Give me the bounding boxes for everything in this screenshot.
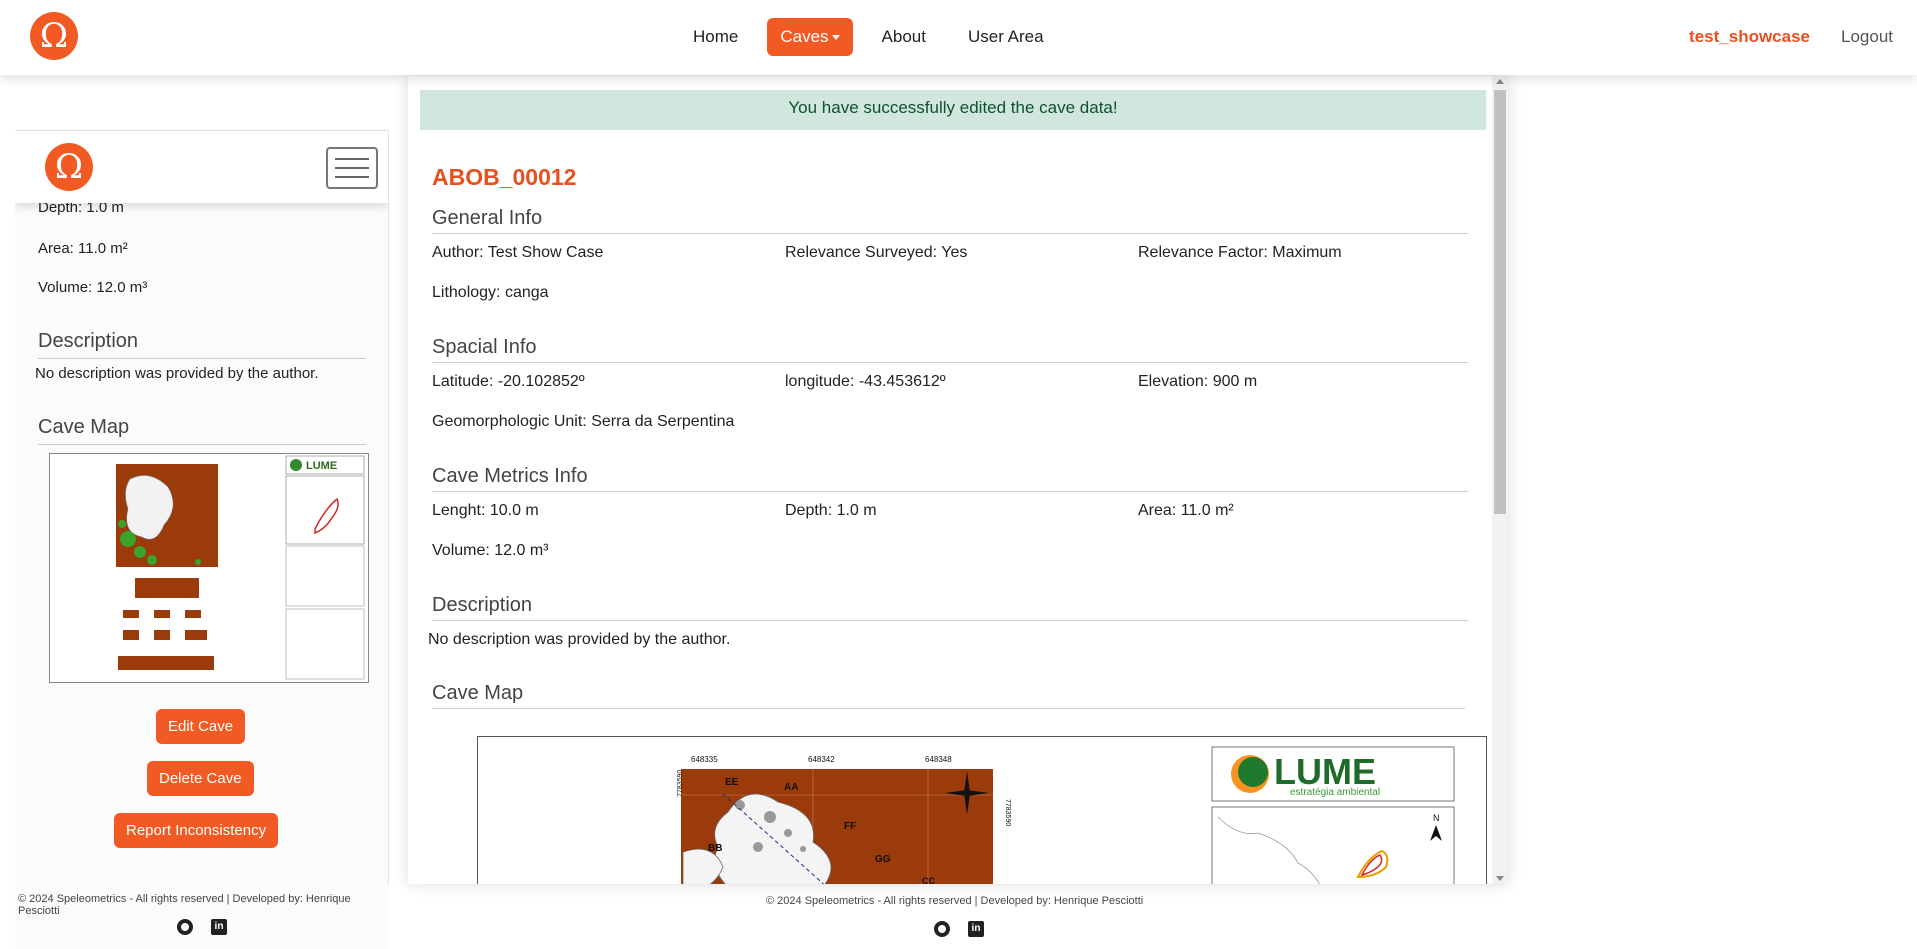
map-tick-label: 7783590 (677, 770, 684, 797)
top-navbar: Ω Home Caves About User Area test_showca… (0, 0, 1917, 75)
main-footer: © 2024 Speleometrics - All rights reserv… (408, 884, 1508, 949)
elevation-field: Elevation: 900 m (1138, 373, 1258, 390)
area-field: Area: 11.0 m² (1138, 502, 1234, 519)
cave-map-thumbnail-image: LUME (116, 455, 365, 680)
linkedin-icon[interactable]: in (968, 921, 984, 937)
map-tick-label: 648348 (925, 755, 952, 764)
map-section-label: EE (725, 777, 739, 788)
description-text: No description was provided by the autho… (428, 631, 731, 648)
hamburger-icon[interactable] (326, 147, 378, 189)
footer-copyright: © 2024 Speleometrics - All rights reserv… (766, 895, 1144, 907)
cave-metrics-heading: Cave Metrics Info (432, 465, 1468, 492)
relevance-surveyed-field: Relevance Surveyed: Yes (785, 244, 968, 261)
length-field: Lenght: 10.0 m (432, 502, 539, 519)
main-nav: Home Caves About User Area (680, 18, 1073, 56)
description-heading: Description (432, 594, 1468, 621)
spacial-info-heading: Spacial Info (432, 336, 1468, 363)
omega-logo-icon[interactable]: Ω (30, 12, 78, 60)
nav-user-area[interactable]: User Area (955, 18, 1057, 56)
panel-scrollbar[interactable] (1492, 76, 1508, 884)
longitude-field: longitude: -43.453612º (785, 373, 946, 390)
footer-copyright: © 2024 Speleometrics - All rights reserv… (18, 893, 351, 917)
lithology-field: Lithology: canga (432, 284, 549, 301)
sidebar-footer: © 2024 Speleometrics - All rights reserv… (15, 884, 389, 949)
nav-about[interactable]: About (869, 18, 939, 56)
map-section-label: FF (844, 821, 856, 832)
map-tick-label: 648342 (808, 755, 835, 764)
sidebar-area: Area: 11.0 m² (38, 240, 128, 257)
latitude-field: Latitude: -20.102852º (432, 373, 585, 390)
success-alert: You have successfully edited the cave da… (420, 90, 1486, 130)
chevron-down-icon (831, 35, 840, 41)
volume-field: Volume: 12.0 m³ (432, 542, 549, 559)
scroll-down-icon[interactable] (1496, 876, 1504, 881)
map-section-label: GG (875, 854, 891, 865)
scroll-up-icon[interactable] (1496, 79, 1504, 84)
scrollbar-thumb[interactable] (1494, 90, 1506, 514)
author-field: Author: Test Show Case (432, 244, 604, 261)
sidebar-volume: Volume: 12.0 m³ (38, 279, 148, 296)
sidebar-header: Ω (15, 131, 388, 203)
relevance-factor-field: Relevance Factor: Maximum (1138, 244, 1342, 261)
geomorphologic-unit-field: Geomorphologic Unit: Serra da Serpentina (432, 413, 735, 430)
sidebar: Ω Depth: 1.0 m Area: 11.0 m² Volume: 12.… (15, 130, 389, 884)
omega-logo-icon[interactable]: Ω (45, 143, 93, 191)
sidebar-description-text: No description was provided by the autho… (35, 365, 319, 382)
map-section-label: AA (784, 782, 798, 793)
map-section-label: BB (708, 843, 722, 854)
nav-caves-dropdown[interactable]: Caves (767, 18, 853, 56)
depth-field: Depth: 1.0 m (785, 502, 877, 519)
lume-brand-subtitle: estratégia ambiental (1290, 787, 1380, 798)
sidebar-map-heading: Cave Map (38, 416, 366, 445)
cave-title: ABOB_00012 (432, 164, 577, 190)
delete-cave-button[interactable]: Delete Cave (147, 761, 254, 796)
nav-home[interactable]: Home (680, 18, 751, 56)
north-label: N (1433, 813, 1440, 823)
nav-caves-label: Caves (780, 27, 829, 46)
map-section-label: CC (922, 876, 935, 884)
username-link[interactable]: test_showcase (1689, 27, 1810, 47)
logout-link[interactable]: Logout (1841, 27, 1893, 47)
sidebar-cave-map-thumbnail[interactable]: LUME (49, 453, 369, 683)
linkedin-icon[interactable]: in (211, 919, 227, 935)
cave-map-image[interactable]: 648335 648342 648348 EE AA FF BB GG CC 7… (477, 736, 1487, 884)
sidebar-description-heading: Description (38, 330, 366, 359)
cave-detail-panel: You have successfully edited the cave da… (408, 76, 1508, 884)
map-tick-label: 7783590 (1004, 799, 1011, 826)
github-icon[interactable] (934, 921, 950, 937)
lume-brand-text: LUME (306, 460, 337, 472)
lume-brand-text: LUME (1274, 751, 1376, 792)
cave-map-drawing: 648335 648342 648348 EE AA FF BB GG CC 7… (677, 746, 1455, 884)
github-icon[interactable] (177, 919, 193, 935)
cave-map-heading: Cave Map (432, 682, 1465, 709)
edit-cave-button[interactable]: Edit Cave (156, 709, 246, 744)
report-inconsistency-button[interactable]: Report Inconsistency (114, 813, 279, 848)
general-info-heading: General Info (432, 207, 1468, 234)
map-tick-label: 648335 (691, 755, 718, 764)
